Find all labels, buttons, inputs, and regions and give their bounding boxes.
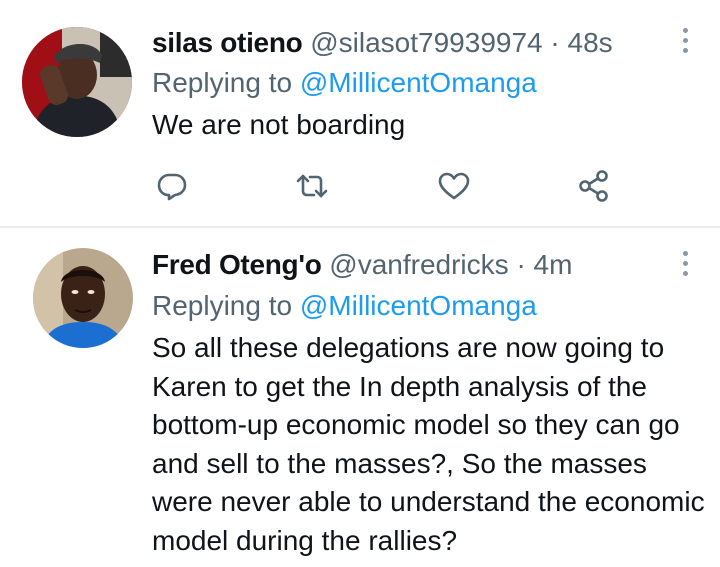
replying-to: Replying to @MillicentOmanga [152,66,537,100]
more-options-icon[interactable] [682,251,690,281]
avatar-photo [33,248,133,348]
separator: · [516,249,526,280]
more-options-icon[interactable] [682,28,690,58]
tweet-text: So all these delegations are now going t… [152,332,705,556]
avatar-photo [22,27,132,137]
action-bar [152,168,632,204]
tweet-text: We are not boarding [152,109,406,140]
mention-link[interactable]: @MillicentOmanga [300,67,537,98]
avatar[interactable] [22,27,132,137]
timestamp[interactable]: 4m [534,249,573,280]
replying-prefix: Replying to [152,67,293,98]
tweet[interactable]: Fred Oteng'o @vanfredricks · 4m Replying… [0,228,720,567]
retweet-icon[interactable] [294,168,330,204]
tweet[interactable]: silas otieno @silasot79939974 · 48s Repl… [0,0,720,226]
reply-icon[interactable] [154,168,190,204]
tweet-header: silas otieno @silasot79939974 · 48s [152,26,613,60]
like-icon[interactable] [436,168,472,204]
replying-to: Replying to @MillicentOmanga [152,289,537,323]
display-name[interactable]: silas otieno [152,27,303,58]
separator: · [550,27,560,58]
replying-prefix: Replying to [152,290,293,321]
user-handle[interactable]: @vanfredricks [329,249,508,280]
share-icon[interactable] [576,168,612,204]
mention-link[interactable]: @MillicentOmanga [300,290,537,321]
user-handle[interactable]: @silasot79939974 [310,27,542,58]
tweet-header: Fred Oteng'o @vanfredricks · 4m [152,248,572,282]
timestamp[interactable]: 48s [568,27,613,58]
display-name[interactable]: Fred Oteng'o [152,249,322,280]
avatar[interactable] [33,248,133,348]
